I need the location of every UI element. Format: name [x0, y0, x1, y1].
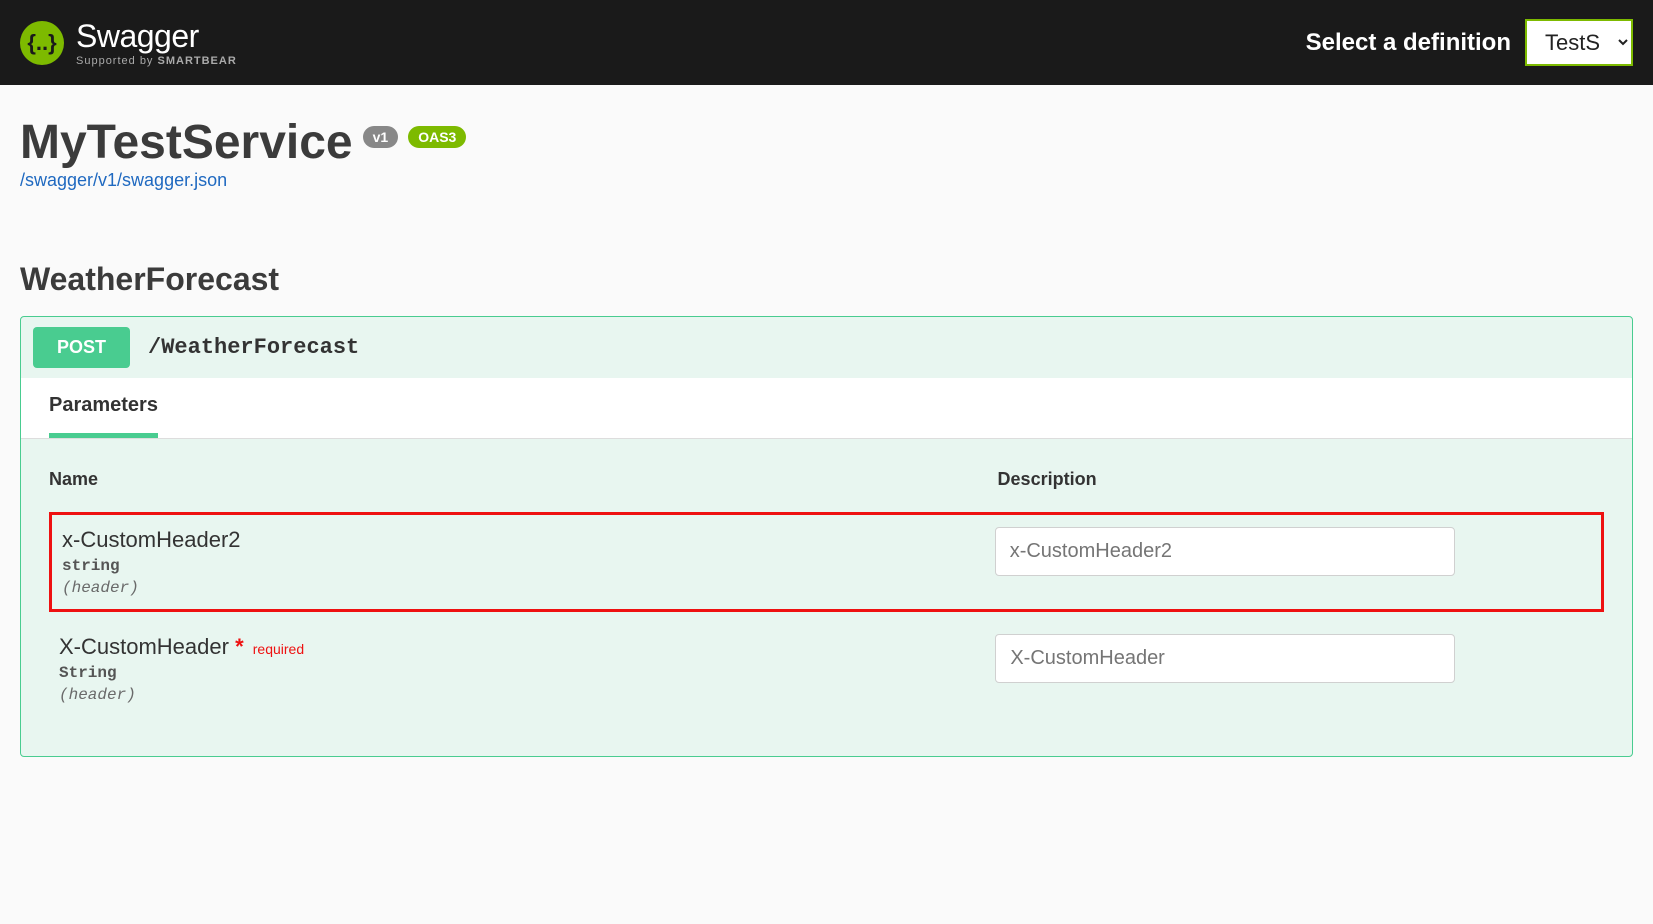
parameter-desc-cell	[995, 634, 1594, 683]
column-header-description: Description	[998, 469, 1604, 490]
parameter-name: x-CustomHeader2	[62, 527, 995, 553]
parameters-bar: Parameters	[21, 378, 1632, 439]
select-definition-label: Select a definition	[1306, 29, 1511, 57]
column-header-name: Name	[49, 469, 998, 490]
api-info: MyTestService v1 OAS3 /swagger/v1/swagge…	[0, 85, 1653, 201]
tag-name[interactable]: WeatherForecast	[20, 261, 1633, 298]
operation-path: /WeatherForecast	[148, 335, 359, 360]
oas-badge: OAS3	[408, 126, 466, 148]
parameter-in: (header)	[62, 579, 995, 597]
parameter-desc-cell	[995, 527, 1591, 576]
logo-group[interactable]: {..} Swagger Supported by SMARTBEAR	[20, 18, 237, 67]
spec-link[interactable]: /swagger/v1/swagger.json	[20, 170, 227, 190]
logo-subtitle: Supported by SMARTBEAR	[76, 55, 237, 67]
operation-header[interactable]: POST /WeatherForecast	[21, 317, 1632, 378]
logo-text: Swagger	[76, 18, 237, 55]
parameter-type: String	[59, 664, 995, 682]
parameter-input[interactable]	[995, 527, 1455, 576]
required-star-icon: *	[235, 634, 244, 659]
title-row: MyTestService v1 OAS3	[20, 115, 1633, 170]
operation-block: POST /WeatherForecast Parameters Name De…	[20, 316, 1633, 757]
topbar: {..} Swagger Supported by SMARTBEAR Sele…	[0, 0, 1653, 85]
logo-text-group: Swagger Supported by SMARTBEAR	[76, 18, 237, 67]
parameter-name-cell: X-CustomHeader * required String (header…	[59, 634, 995, 704]
parameter-type: string	[62, 557, 995, 575]
parameters-tab[interactable]: Parameters	[49, 394, 158, 438]
parameter-row: x-CustomHeader2 string (header)	[49, 512, 1604, 612]
tag-section: WeatherForecast POST /WeatherForecast Pa…	[20, 261, 1633, 757]
parameter-in: (header)	[59, 686, 995, 704]
parameter-name-cell: x-CustomHeader2 string (header)	[62, 527, 995, 597]
parameter-input[interactable]	[995, 634, 1455, 683]
api-title: MyTestService	[20, 115, 353, 170]
swagger-logo-icon: {..}	[20, 21, 64, 65]
version-badge: v1	[363, 126, 399, 148]
definition-dropdown[interactable]: TestS	[1525, 19, 1633, 66]
parameter-row: X-CustomHeader * required String (header…	[49, 622, 1604, 716]
parameters-table: Name Description x-CustomHeader2 string …	[21, 439, 1632, 756]
method-badge: POST	[33, 327, 130, 368]
required-label: required	[253, 641, 304, 657]
definition-selector: Select a definition TestS	[1306, 19, 1633, 66]
table-header-row: Name Description	[49, 469, 1604, 490]
parameter-name: X-CustomHeader * required	[59, 634, 995, 660]
